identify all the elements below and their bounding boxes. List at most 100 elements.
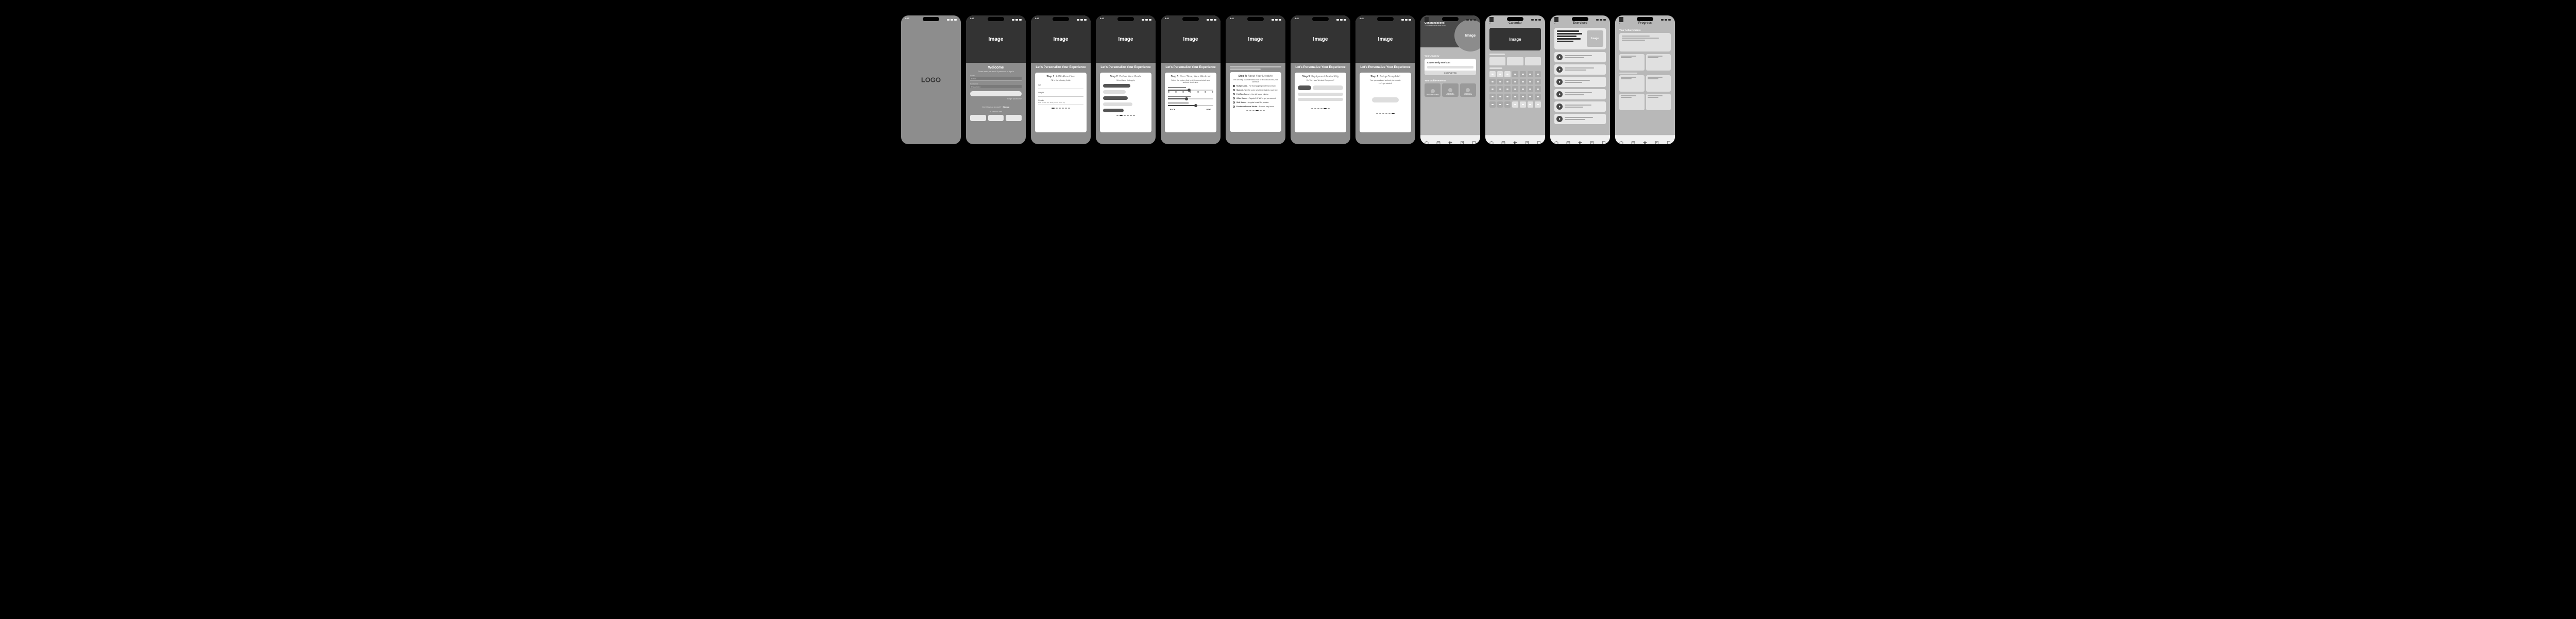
login-title: Welcome (970, 66, 1022, 70)
back-button[interactable]: BACK (1170, 109, 1175, 111)
exercise-row[interactable] (1554, 101, 1606, 112)
goal-option[interactable] (1103, 102, 1132, 106)
play-icon (1556, 104, 1563, 110)
calendar-hero: Image (1489, 28, 1541, 50)
play-icon (1556, 54, 1563, 60)
tab-home[interactable] (1619, 138, 1623, 142)
email-field[interactable]: Email (970, 77, 1022, 81)
stat-card[interactable] (1619, 54, 1645, 71)
next-button[interactable]: NEXT (1207, 109, 1211, 111)
screen-dashboard: 9:41 Congratulations! 12 Consecutive wor… (1420, 15, 1480, 144)
tab-exercises[interactable] (1448, 138, 1452, 142)
goal-option[interactable] (1103, 96, 1128, 100)
tab-profile[interactable] (1667, 138, 1671, 142)
screen-login: 9:41 Image Welcome Please enter you emai… (966, 15, 1026, 144)
forgot-link[interactable]: Forget password? (970, 98, 1022, 100)
signup-link[interactable]: Sign up (1003, 106, 1009, 108)
slider-2[interactable] (1168, 96, 1213, 99)
notch (923, 17, 939, 21)
login-sub: Please enter you email & password to sig… (970, 71, 1022, 73)
hero-circle-image: Image (1454, 20, 1480, 51)
achievement-card[interactable]: Adaptability Achievements (1442, 83, 1458, 97)
signin-button[interactable] (970, 91, 1022, 96)
stat-card[interactable] (1646, 54, 1671, 71)
screen-exercises: 9:41 ‹ Exercises Image (1550, 15, 1610, 144)
tab-exercises[interactable] (1513, 138, 1517, 142)
tab-profile[interactable] (1472, 138, 1476, 142)
week-card[interactable] (1507, 57, 1523, 65)
week-card[interactable] (1489, 57, 1505, 65)
play-icon (1556, 91, 1563, 97)
slider-1[interactable] (1168, 87, 1213, 93)
weight-field[interactable] (1038, 94, 1083, 97)
age-field[interactable] (1038, 86, 1083, 89)
exercise-row[interactable] (1554, 52, 1606, 62)
lifestyle-option[interactable]: Shift Worker – Irregular hours? No probl… (1233, 101, 1278, 104)
logo: LOGO (921, 76, 941, 84)
signup-prompt: Don't have an account? Sign up (970, 106, 1022, 108)
password-field[interactable]: Password (970, 85, 1022, 89)
play-icon (1556, 79, 1563, 85)
tab-bar (1420, 135, 1480, 144)
goal-option[interactable] (1103, 90, 1126, 94)
stat-card[interactable] (1646, 75, 1671, 92)
stat-card[interactable] (1619, 75, 1645, 92)
status-time: 9:41 (905, 17, 909, 22)
tab-exercises[interactable] (1578, 138, 1582, 142)
tab-home[interactable] (1554, 138, 1558, 142)
tab-profile[interactable] (1537, 138, 1541, 142)
play-icon (1556, 116, 1563, 122)
stat-card[interactable] (1619, 94, 1645, 110)
exercise-row[interactable] (1554, 64, 1606, 75)
calendar-grid (1489, 71, 1541, 108)
tab-progress[interactable] (1590, 138, 1594, 142)
screen-splash: 9:41 LOGO (901, 15, 961, 144)
tab-calendar[interactable] (1631, 138, 1635, 142)
achievement-card[interactable]: Double Shift Dynamo (1425, 83, 1440, 97)
lifestyle-option[interactable]: Student – Whether you're a full time stu… (1233, 89, 1278, 91)
equipment-yes[interactable] (1298, 85, 1311, 90)
goal-option[interactable] (1103, 109, 1124, 112)
week-card[interactable] (1525, 57, 1541, 65)
screen-step3: 9:41 Image Let's Personalize Your Experi… (1161, 15, 1221, 144)
goal-option[interactable] (1103, 84, 1130, 88)
social-button-1[interactable] (970, 115, 986, 121)
screen-step1: 9:41 Image Let's Personalize Your Experi… (1031, 15, 1091, 144)
exercise-row[interactable] (1554, 114, 1606, 124)
tab-profile[interactable] (1602, 138, 1606, 142)
equipment-no[interactable] (1313, 85, 1343, 90)
slider-3[interactable] (1168, 102, 1213, 106)
screen-step2: 9:41 Image Let's Personalize Your Experi… (1096, 15, 1156, 144)
social-button-2[interactable] (988, 115, 1004, 121)
screen-progress: 9:41 ‹ Progress Your Achievements (1615, 15, 1675, 144)
achievement-card[interactable]: Consistency Achievements (1460, 83, 1476, 97)
tab-home[interactable] (1489, 138, 1494, 142)
lifestyle-option[interactable]: Multiple Jobs – For those juggling more … (1233, 85, 1278, 87)
play-icon (1556, 66, 1563, 73)
tab-home[interactable] (1425, 138, 1429, 142)
tab-progress[interactable] (1460, 138, 1464, 142)
hero-image: Image (966, 15, 1026, 63)
tab-calendar[interactable] (1436, 138, 1440, 142)
lifestyle-option[interactable]: Freelancer/Remote Worker – Random busy h… (1233, 106, 1278, 108)
stat-card[interactable] (1646, 94, 1671, 110)
tab-calendar[interactable] (1566, 138, 1570, 142)
screen-step5: 9:41 Image Let's Personalize Your Experi… (1291, 15, 1350, 144)
screen-calendar: 9:41 ‹ Calendar Image (1485, 15, 1545, 144)
screen-step4: 9:41 Image Step 4: About Your Lifestyle … (1226, 15, 1285, 144)
tab-progress[interactable] (1655, 138, 1659, 142)
tab-exercises[interactable] (1643, 138, 1647, 142)
exercise-row[interactable] (1554, 77, 1606, 87)
journey-card[interactable]: Lower Body Workout COMPLETED (1425, 59, 1476, 75)
tab-progress[interactable] (1525, 138, 1529, 142)
lifestyle-option[interactable]: Office Worker – Regular 9-5? We've got y… (1233, 97, 1278, 99)
social-button-3[interactable] (1006, 115, 1022, 121)
get-started-button[interactable] (1372, 97, 1399, 102)
lifestyle-option[interactable]: Full-Time Parent – Your job is your chil… (1233, 93, 1278, 95)
tab-calendar[interactable] (1501, 138, 1505, 142)
exercise-row[interactable] (1554, 89, 1606, 99)
gender-options[interactable]: Male Female Non Binary Prefer not to say (1038, 101, 1083, 105)
featured-exercise[interactable]: Image (1554, 28, 1606, 49)
screen-step6: 9:41 Image Let's Personalize Your Experi… (1355, 15, 1415, 144)
achievement-summary[interactable] (1619, 33, 1671, 51)
